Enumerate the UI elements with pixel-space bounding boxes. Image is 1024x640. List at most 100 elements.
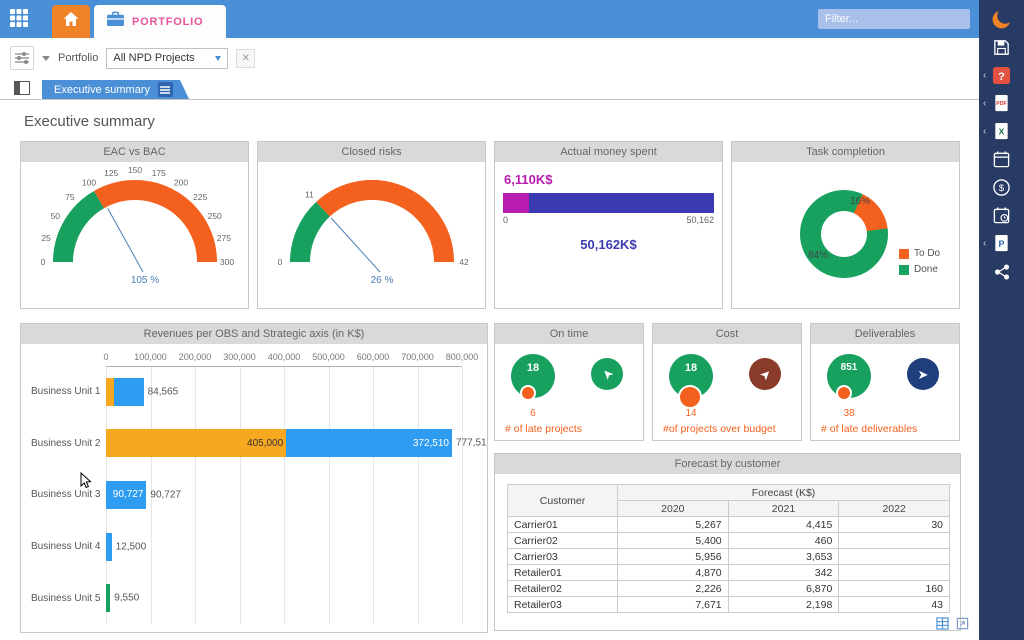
slice-label-done: 84% [808, 250, 828, 261]
filter-input[interactable] [818, 9, 970, 29]
bar-axis: 0100,000200,000300,000400,000500,000600,… [106, 352, 462, 364]
donut-chart-body: 16% 84% To Do Done [732, 162, 959, 309]
stacked-bar [106, 378, 144, 406]
arrow-icon: ➤ [918, 368, 929, 381]
bar-total-label: 9,550 [114, 593, 139, 604]
kpi-small-circle [836, 385, 852, 401]
tab-portfolio[interactable]: PORTFOLIO [94, 5, 226, 38]
table-view-icon[interactable] [936, 617, 949, 635]
svg-text:0: 0 [40, 257, 45, 267]
card-title: Deliverables [811, 324, 959, 344]
legend-label: Done [914, 264, 938, 275]
kpi-main-value: 18 [685, 362, 697, 374]
kpi-body: 18 6 ➤ # of late projects [495, 344, 643, 441]
donut-chart [800, 190, 888, 278]
table-cell: 43 [839, 597, 950, 613]
export-pdf-icon[interactable]: ‹ PDF [979, 93, 1024, 114]
svg-text:50: 50 [50, 211, 60, 221]
portfolio-label: Portfolio [58, 52, 98, 64]
chevron-left-icon: ‹ [983, 71, 986, 81]
kpi-body: 851 38 ➤ # of late deliverables [811, 344, 959, 441]
share-icon[interactable] [979, 261, 1024, 282]
card-forecast-by-customer: Forecast by customer Customer Forecast (… [494, 453, 961, 631]
card-deliverables: Deliverables 851 38 ➤ # of late delivera… [810, 323, 960, 441]
svg-text:300: 300 [219, 257, 233, 267]
tab-executive-summary[interactable]: Executive summary [42, 80, 189, 99]
night-mode-icon[interactable] [979, 9, 1024, 30]
table-row: Carrier035,9563,653 [508, 549, 950, 565]
panel-toggle-icon[interactable] [14, 81, 30, 100]
table-header-row: Customer Forecast (K$) [508, 485, 950, 501]
portfolio-select-value: All NPD Projects [113, 52, 194, 64]
table-cell: Retailer02 [508, 581, 618, 597]
filter-settings-icon[interactable] [10, 46, 34, 70]
card-eac-vs-bac: EAC vs BAC 02550751001251501752002252502… [20, 141, 249, 309]
progress-axis: 0 50,162 [503, 215, 714, 225]
table-cell: 7,671 [618, 597, 729, 613]
schedule-icon[interactable] [979, 205, 1024, 226]
donut-legend: To Do Done [899, 248, 940, 275]
legend-swatch [899, 249, 909, 259]
axis-max-label: 50,162 [686, 215, 714, 225]
kpi-secondary-value: 6 [505, 408, 561, 419]
table-cell: 460 [728, 533, 839, 549]
axis-min-label: 0 [503, 215, 508, 225]
year-header: 2022 [839, 501, 950, 517]
chevron-left-icon: ‹ [983, 127, 986, 137]
project-doc-icon[interactable]: ‹P [979, 233, 1024, 254]
year-header: 2020 [618, 501, 729, 517]
card-title: Task completion [732, 142, 959, 162]
table-row: Retailer037,6712,19843 [508, 597, 950, 613]
budget-total-label: 50,162K$ [503, 237, 714, 252]
bar-plot: 9,550 [106, 584, 462, 612]
apps-grid-icon[interactable] [9, 8, 31, 30]
bar-segment [114, 378, 144, 406]
kpi-secondary-value: 14 [663, 408, 719, 419]
tab-menu-icon[interactable] [158, 82, 173, 97]
svg-text:42: 42 [459, 257, 469, 267]
export-excel-icon[interactable]: ‹X [979, 121, 1024, 142]
svg-text:0: 0 [277, 257, 282, 267]
help-icon[interactable]: ‹? [979, 65, 1024, 86]
bar-segment: 372,510 [286, 429, 452, 457]
bar-category-label: Business Unit 2 [21, 438, 106, 449]
corner-controls [936, 617, 969, 635]
progress-chart: 6,110K$ 0 50,162 50,162K$ [495, 162, 722, 252]
cost-icon[interactable]: $ [979, 177, 1024, 198]
x-axis-tick: 300,000 [223, 352, 256, 362]
stacked-bar: 90,727 [106, 481, 146, 509]
svg-text:$: $ [999, 183, 1005, 194]
kpi-small-circle [520, 385, 536, 401]
kpi-arrow-button[interactable]: ➤ [907, 358, 939, 390]
portfolio-caret-icon[interactable] [42, 56, 50, 61]
bar-chart: 0100,000200,000300,000400,000500,000600,… [21, 344, 487, 632]
year-header: 2021 [728, 501, 839, 517]
card-cost: Cost 18 14 ➤ #of projects over budget [652, 323, 802, 441]
x-axis-tick: 200,000 [179, 352, 212, 362]
portfolio-select[interactable]: All NPD Projects [106, 48, 228, 69]
kpi-arrow-button[interactable]: ➤ [591, 358, 623, 390]
forecast-group-header: Forecast (K$) [618, 485, 950, 501]
bar-segment: 405,000 [106, 429, 286, 457]
svg-text:125: 125 [104, 168, 118, 178]
spent-value-label: 6,110K$ [504, 172, 714, 187]
table-cell [839, 549, 950, 565]
svg-text:25: 25 [41, 233, 51, 243]
table-cell: 5,267 [618, 517, 729, 533]
chevron-left-icon: ‹ [983, 99, 986, 109]
clear-filter-button[interactable]: ✕ [236, 49, 255, 68]
bar-segment [106, 533, 112, 561]
tab-home[interactable] [52, 5, 90, 38]
stacked-bar: 405,000372,510 [106, 429, 452, 457]
table-cell: Retailer01 [508, 565, 618, 581]
bar-category-label: Business Unit 3 [21, 489, 106, 500]
svg-text:PDF: PDF [996, 101, 1006, 107]
maximize-icon[interactable] [956, 617, 969, 635]
calendar-icon[interactable] [979, 149, 1024, 170]
stacked-bar [106, 584, 110, 612]
card-revenues: Revenues per OBS and Strategic axis (in … [20, 323, 488, 633]
bar-row: Business Unit 184,565 [21, 378, 481, 406]
kpi-arrow-button[interactable]: ➤ [749, 358, 781, 390]
save-icon[interactable] [979, 37, 1024, 58]
card-closed-risks: Closed risks 0114226 % [257, 141, 486, 309]
